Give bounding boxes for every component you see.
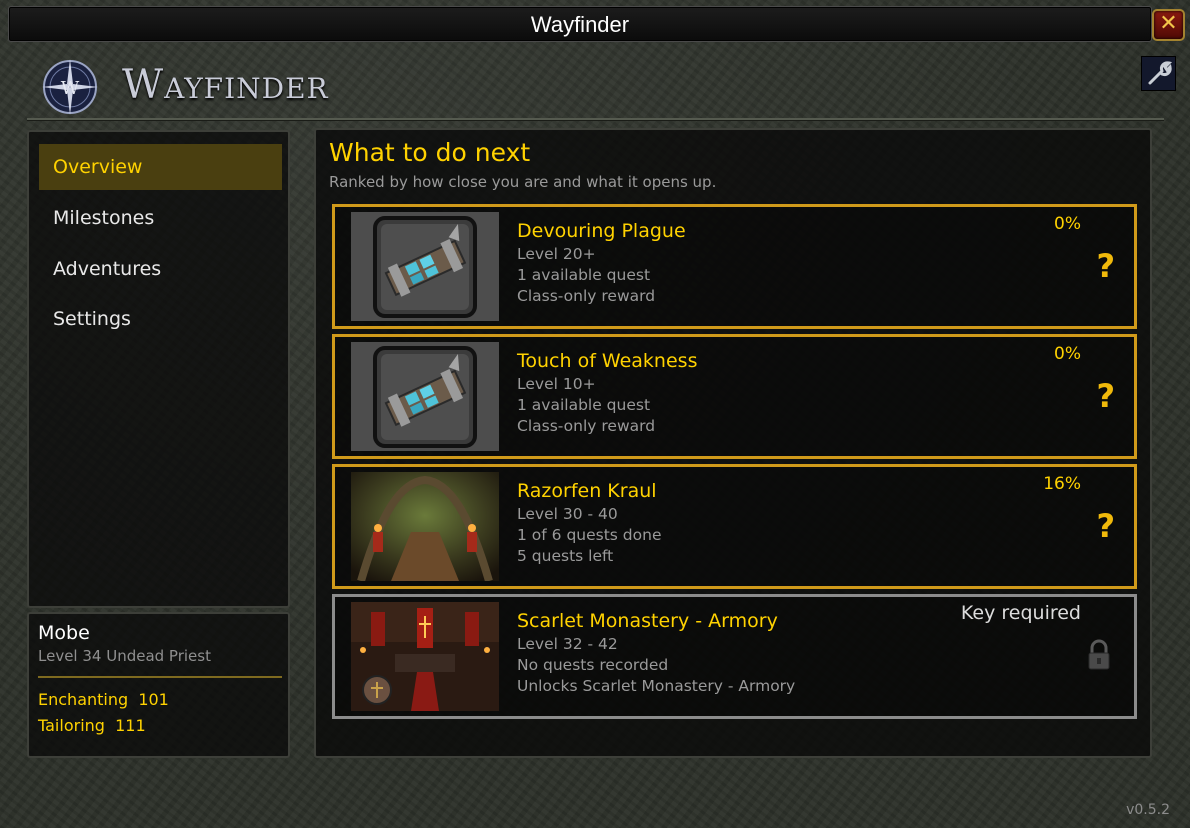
bracer-icon [351, 212, 499, 321]
character-panel: Mobe Level 34 Undead Priest Enchanting 1… [27, 612, 290, 758]
svg-text:W: W [61, 78, 80, 99]
scarlet-monastery-image [351, 602, 499, 711]
card-title: Scarlet Monastery - Armory [517, 610, 778, 632]
version-label: v0.5.2 [1126, 802, 1170, 818]
profession-enchanting: Enchanting 101 [38, 690, 169, 709]
compass-rose-icon: W [42, 59, 98, 115]
card-detail: 1 available quest [517, 266, 651, 284]
card-detail: 1 available quest [517, 396, 651, 414]
sidebar-item-settings[interactable]: Settings [39, 296, 282, 342]
wrench-icon [1148, 61, 1173, 85]
title-bar[interactable]: Wayfinder [8, 6, 1152, 42]
card-progress: 0% [1054, 214, 1081, 234]
padlock-icon [1088, 639, 1110, 670]
addon-window: Wayfinder ✕ W Wayfinder Overview Milesto… [0, 0, 1190, 828]
page-title: What to do next [329, 138, 531, 167]
card-unlock: Unlocks Scarlet Monastery - Armory [517, 677, 796, 695]
quest-indicator-icon: ? [1096, 377, 1115, 415]
header-divider [27, 118, 1164, 120]
card-level: Level 20+ [517, 245, 596, 263]
close-button[interactable]: ✕ [1152, 9, 1185, 41]
page-subtitle: Ranked by how close you are and what it … [329, 173, 717, 191]
card-detail: No quests recorded [517, 656, 669, 674]
card-reward: Class-only reward [517, 417, 656, 435]
card-title: Razorfen Kraul [517, 480, 657, 502]
main-panel: What to do next Ranked by how close you … [314, 128, 1152, 758]
card-level: Level 10+ [517, 375, 596, 393]
character-level-class: Level 34 Undead Priest [38, 647, 211, 665]
recommendation-card[interactable]: Scarlet Monastery - Armory Level 32 - 42… [332, 594, 1137, 719]
card-title: Devouring Plague [517, 220, 686, 242]
character-divider [38, 676, 282, 678]
card-title: Touch of Weakness [517, 350, 698, 372]
card-progress: 16% [1043, 474, 1081, 494]
settings-tool-button[interactable] [1141, 56, 1176, 91]
sidebar-item-adventures[interactable]: Adventures [39, 246, 282, 292]
sidebar-nav: Overview Milestones Adventures Settings [27, 130, 290, 608]
card-status: Key required [960, 602, 1081, 624]
bracer-icon [351, 342, 499, 451]
profession-tailoring: Tailoring 111 [38, 716, 146, 735]
logo-wordmark: Wayfinder [122, 62, 329, 108]
close-icon: ✕ [1159, 11, 1178, 36]
quest-indicator-icon: ? [1096, 247, 1115, 285]
card-reward: Class-only reward [517, 287, 656, 305]
quest-indicator-icon: ? [1096, 507, 1115, 545]
card-level: Level 30 - 40 [517, 505, 618, 523]
recommendation-card[interactable]: Razorfen Kraul Level 30 - 40 1 of 6 ques… [332, 464, 1137, 589]
window-title: Wayfinder [530, 12, 630, 37]
sidebar-item-milestones[interactable]: Milestones [39, 195, 282, 241]
card-remaining: 5 quests left [517, 547, 614, 565]
recommendation-card[interactable]: Devouring Plague Level 20+ 1 available q… [332, 204, 1137, 329]
sidebar-item-overview[interactable]: Overview [39, 144, 282, 190]
card-detail: 1 of 6 quests done [517, 526, 662, 544]
card-progress: 0% [1054, 344, 1081, 364]
card-level: Level 32 - 42 [517, 635, 618, 653]
razorfen-kraul-image [351, 472, 499, 583]
character-name: Mobe [38, 622, 90, 644]
recommendation-card[interactable]: Touch of Weakness Level 10+ 1 available … [332, 334, 1137, 459]
